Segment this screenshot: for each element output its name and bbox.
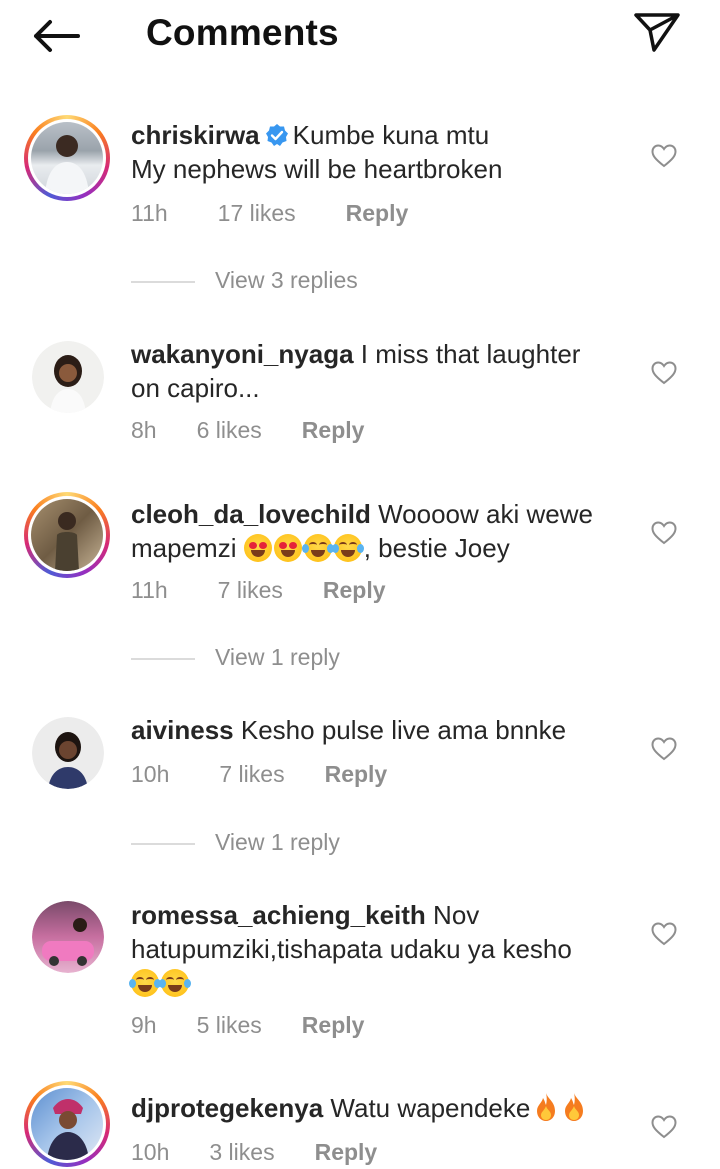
comment-text: romessa_achieng_keith Nov hatupumziki,ti…: [129, 898, 611, 1000]
like-heart-icon[interactable]: [651, 737, 677, 761]
comment-username[interactable]: romessa_achieng_keith: [131, 900, 426, 930]
view-replies-label: View 3 replies: [215, 267, 358, 293]
divider-line: [131, 843, 195, 845]
comment-time: 10h: [131, 1139, 170, 1165]
comment-text: cleoh_da_lovechild Woooow aki wewe mapem…: [131, 497, 611, 565]
fire-emoji-icon: [565, 1093, 584, 1121]
comment-time: 10h: [131, 761, 170, 787]
comment-meta: 11h 7 likes Reply: [131, 577, 386, 604]
avatar[interactable]: [24, 893, 110, 979]
like-heart-icon[interactable]: [651, 1115, 677, 1139]
reply-button[interactable]: Reply: [315, 1139, 378, 1165]
comment-body-end: , bestie Joey: [363, 533, 510, 563]
reply-button[interactable]: Reply: [323, 577, 386, 603]
divider-line: [131, 658, 195, 660]
avatar-image: [32, 717, 104, 789]
comment-time: 11h: [131, 200, 168, 226]
heart-eyes-emoji-icon: [243, 534, 272, 562]
comment-time: 11h: [131, 577, 168, 603]
comment-body: Watu wapendeke: [330, 1093, 531, 1123]
reply-button[interactable]: Reply: [302, 417, 365, 443]
view-replies-label: View 1 reply: [215, 644, 340, 670]
tears-of-joy-emoji-icon: [331, 534, 364, 562]
comment-likes[interactable]: 3 likes: [209, 1139, 274, 1165]
comment-likes[interactable]: 6 likes: [197, 417, 262, 443]
comment-username[interactable]: aiviness: [131, 715, 234, 745]
comment-text: aiviness Kesho pulse live ama bnnke: [131, 713, 611, 747]
comment-text: djprotegekenya Watu wapendeke: [131, 1091, 611, 1125]
like-heart-icon[interactable]: [651, 521, 677, 545]
comment-meta: 10h 7 likes Reply: [131, 761, 387, 788]
tears-of-joy-emoji-icon: [301, 534, 334, 562]
comment-likes[interactable]: 5 likes: [197, 1012, 262, 1038]
header-bar: Comments: [0, 0, 720, 70]
comment-username[interactable]: cleoh_da_lovechild: [131, 499, 371, 529]
avatar-image: [32, 901, 104, 973]
comment-username[interactable]: chriskirwa: [131, 120, 260, 150]
like-heart-icon[interactable]: [651, 361, 677, 385]
comment-likes[interactable]: 7 likes: [218, 577, 283, 603]
comment-username[interactable]: wakanyoni_nyaga: [131, 339, 354, 369]
reply-button[interactable]: Reply: [302, 1012, 365, 1038]
avatar-image: [32, 341, 104, 413]
send-direct-icon[interactable]: [632, 10, 682, 54]
comment-body: Kesho pulse live ama bnnke: [240, 715, 567, 745]
comment-meta: 8h 6 likes Reply: [131, 417, 364, 444]
reply-button[interactable]: Reply: [346, 200, 409, 226]
like-heart-icon[interactable]: [651, 144, 677, 168]
comment-meta: 9h 5 likes Reply: [131, 1012, 364, 1039]
divider-line: [131, 281, 195, 283]
comment-time: 8h: [131, 417, 157, 443]
tears-of-joy-emoji-icon: [159, 969, 191, 997]
fire-emoji-icon: [537, 1093, 556, 1121]
back-arrow-icon[interactable]: [30, 16, 82, 56]
comment-meta: 11h 17 likes Reply: [131, 200, 408, 227]
avatar[interactable]: [24, 1081, 110, 1167]
comment-text: wakanyoni_nyaga I miss that laughter on …: [131, 337, 611, 405]
avatar[interactable]: [24, 333, 110, 419]
heart-eyes-emoji-icon: [273, 534, 302, 562]
avatar-image: [31, 122, 103, 194]
view-replies-label: View 1 reply: [215, 829, 340, 855]
like-heart-icon[interactable]: [651, 922, 677, 946]
reply-button[interactable]: Reply: [325, 761, 388, 787]
comment-time: 9h: [131, 1012, 157, 1038]
tears-of-joy-emoji-icon: [129, 969, 161, 997]
comment-meta: 10h 3 likes Reply: [131, 1139, 377, 1166]
avatar[interactable]: [24, 115, 110, 201]
avatar-image: [31, 499, 103, 571]
page-title: Comments: [146, 12, 339, 53]
avatar[interactable]: [24, 709, 110, 795]
comment-username[interactable]: djprotegekenya: [131, 1093, 323, 1123]
comment-likes[interactable]: 17 likes: [218, 200, 296, 226]
avatar[interactable]: [24, 492, 110, 578]
comment-likes[interactable]: 7 likes: [219, 761, 284, 787]
verified-badge-icon: [265, 124, 288, 146]
comment-text: chriskirwa Kumbe kuna mtu My nephews will…: [131, 118, 611, 186]
avatar-image: [31, 1088, 103, 1160]
